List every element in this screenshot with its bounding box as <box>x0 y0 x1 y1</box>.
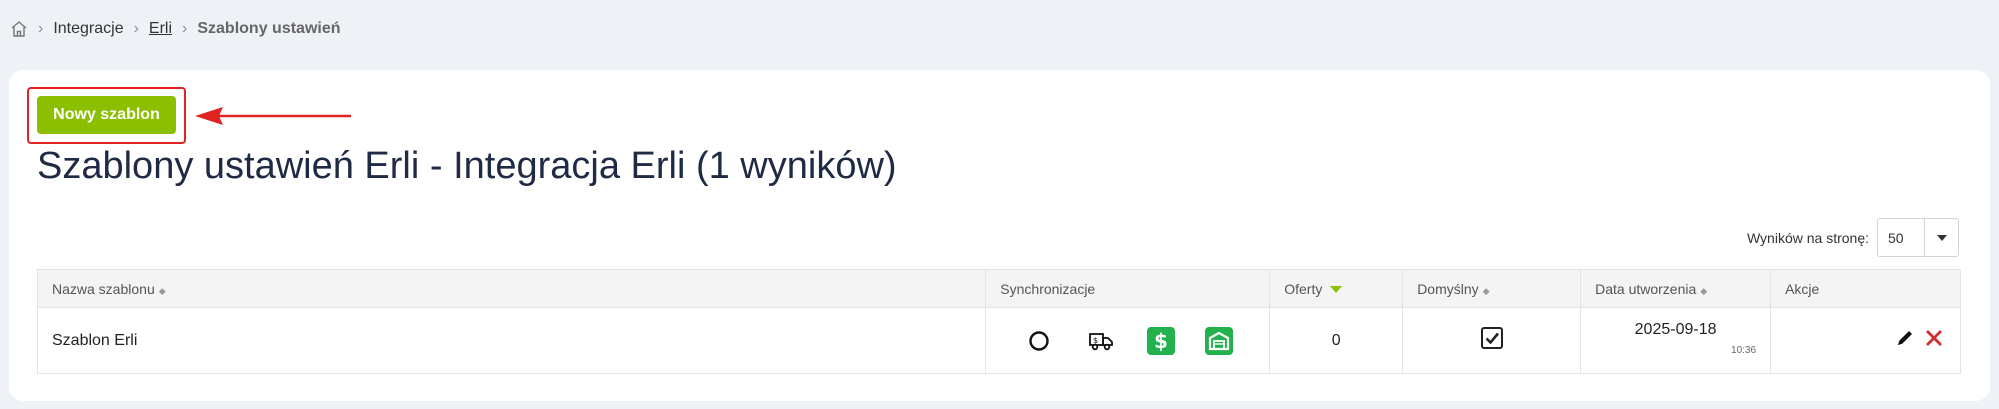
warehouse-icon[interactable] <box>1204 326 1233 355</box>
circle-sync-icon[interactable] <box>1023 325 1055 357</box>
chevron-down-icon[interactable] <box>1924 219 1958 256</box>
chevron-right-icon: › <box>38 20 44 37</box>
column-header-name-label: Nazwa szablonu <box>52 280 155 297</box>
column-header-sync-label: Synchronizacje <box>1000 280 1096 297</box>
created-time: 10:36 <box>1731 345 1757 356</box>
breadcrumb-erli[interactable]: Erli <box>149 20 172 38</box>
actions-cell <box>1770 307 1961 374</box>
svg-text:$: $ <box>1093 336 1098 345</box>
sort-icon: ◆ <box>158 285 166 296</box>
per-page-select[interactable]: 50 <box>1877 218 1959 257</box>
chevron-right-icon: › <box>182 20 188 37</box>
column-header-offers[interactable]: Oferty <box>1269 269 1404 308</box>
chevron-right-icon: › <box>133 20 139 37</box>
breadcrumb: › Integracje › Erli › Szablony ustawień <box>10 18 341 40</box>
per-page-value: 50 <box>1888 229 1904 246</box>
column-header-created-label: Data utworzenia <box>1595 280 1697 297</box>
sort-icon: ◆ <box>1482 285 1490 296</box>
default-cell <box>1402 307 1582 374</box>
column-header-sync: Synchronizacje <box>985 269 1271 308</box>
column-header-name[interactable]: Nazwa szablonu ◆ <box>36 269 987 308</box>
column-header-created[interactable]: Data utworzenia ◆ <box>1580 269 1772 308</box>
table-header-row: Nazwa szablonu ◆ Synchronizacje Oferty Do… <box>36 269 1961 308</box>
column-header-default[interactable]: Domyślny ◆ <box>1402 269 1582 308</box>
svg-text:$: $ <box>1154 330 1168 352</box>
column-header-default-label: Domyślny <box>1417 280 1479 297</box>
offers-count-cell: 0 <box>1269 307 1404 374</box>
created-date-cell: 2025-09-18 10:36 <box>1580 307 1772 374</box>
per-page-control: Wyników na stronę: 50 <box>1747 218 1959 257</box>
column-header-offers-label: Oferty <box>1284 280 1323 297</box>
home-icon[interactable] <box>10 20 28 38</box>
page-title: Szablony ustawień Erli - Integracja Erli… <box>37 145 897 187</box>
sync-cell: $ $ <box>985 307 1271 374</box>
sort-icon: ◆ <box>1700 285 1708 296</box>
dollar-icon[interactable]: $ <box>1146 326 1175 355</box>
templates-table: Nazwa szablonu ◆ Synchronizacje Oferty Do… <box>36 269 1961 374</box>
breadcrumb-current: Szablony ustawień <box>197 20 341 37</box>
per-page-label: Wyników na stronę: <box>1746 229 1869 246</box>
annotation-arrow-icon <box>195 107 351 125</box>
sort-desc-icon <box>1330 286 1343 294</box>
column-header-actions: Akcje <box>1770 269 1961 308</box>
column-header-actions-label: Akcje <box>1785 280 1820 297</box>
truck-icon[interactable]: $ <box>1085 325 1117 357</box>
checkbox-icon[interactable] <box>1480 327 1504 354</box>
edit-icon[interactable] <box>1894 327 1916 354</box>
template-name-cell[interactable]: Szablon Erli <box>36 307 987 374</box>
table-row: Szablon Erli $ $ 0 2025-09-18 10:36 <box>36 307 1961 374</box>
delete-icon[interactable] <box>1924 328 1944 353</box>
created-date: 2025-09-18 <box>1634 321 1717 338</box>
breadcrumb-integracje[interactable]: Integracje <box>53 20 123 38</box>
new-template-button[interactable]: Nowy szablon <box>37 96 176 134</box>
